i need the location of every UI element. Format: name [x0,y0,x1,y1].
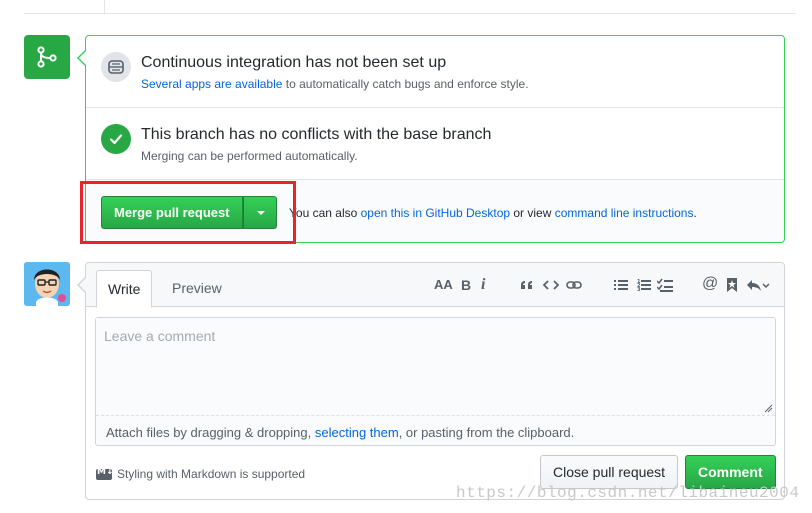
ci-status-section: Continuous integration has not been set … [86,36,784,108]
quote-icon[interactable] [520,277,534,295]
command-line-instructions-link[interactable]: command line instructions [555,206,694,220]
check-status-icon [101,124,131,154]
merge-button-group: Merge pull request [101,196,277,229]
avatar[interactable] [24,262,70,306]
divider [24,13,796,14]
tab-preview[interactable]: Preview [161,270,233,308]
ci-description-text: to automatically catch bugs and enforce … [282,77,529,91]
conflicts-status-section: This branch has no conflicts with the ba… [86,108,784,180]
watermark-text: https://blog.csdn.net/libaineu2004 [456,484,800,502]
git-merge-icon [37,46,57,68]
italic-icon[interactable]: i [481,276,485,294]
comment-textarea[interactable] [96,318,775,416]
merge-actions: Merge pull request You can also open thi… [86,180,784,242]
select-files-link[interactable]: selecting them [315,425,399,440]
ci-title: Continuous integration has not been set … [141,54,447,71]
link-icon[interactable] [566,277,582,295]
reply-icon[interactable] [746,277,770,295]
mention-icon[interactable]: @ [702,275,718,293]
code-icon[interactable] [543,277,559,295]
resize-grip-icon[interactable] [764,404,773,413]
no-conflicts-description: Merging can be performed automatically. [141,149,358,163]
ci-description: Several apps are available to automatica… [141,77,529,91]
timeline-connector [104,0,105,13]
svg-text:3: 3 [637,287,641,293]
comment-form: Write Preview AA B i 123 @ Leave a comme… [77,262,785,500]
task-list-icon[interactable] [657,277,673,295]
merge-method-dropdown-button[interactable] [242,196,277,229]
unordered-list-icon[interactable] [614,277,628,295]
merge-pull-request-button[interactable]: Merge pull request [101,196,243,229]
markdown-support-text: Styling with Markdown is supported [117,467,306,481]
attach-files-hint[interactable]: Attach files by dragging & dropping, sel… [106,425,574,440]
ordered-list-icon[interactable]: 123 [637,277,651,295]
comment-form-header: Write Preview AA B i 123 @ [86,263,784,308]
server-icon [108,60,124,74]
check-icon [109,134,123,145]
merge-status-tile [24,35,70,79]
cartoon-face-icon [24,262,70,306]
markdown-icon: M↓ [96,467,114,480]
bookmark-icon[interactable] [726,277,738,295]
comment-input-wrapper: Attach files by dragging & dropping, sel… [95,317,776,446]
apps-available-link[interactable]: Several apps are available [141,77,282,91]
markdown-support-note[interactable]: M↓ Styling with Markdown is supported [96,467,305,481]
merge-box: Continuous integration has not been set … [77,35,785,243]
tab-write[interactable]: Write [96,270,153,308]
no-conflicts-title: This branch has no conflicts with the ba… [141,126,492,143]
bold-icon[interactable]: B [461,277,471,295]
open-github-desktop-link[interactable]: open this in GitHub Desktop [361,206,510,220]
header-text-icon[interactable]: AA [434,277,453,295]
ci-status-icon [101,52,131,82]
alternative-options-text: You can also open this in GitHub Desktop… [289,206,697,220]
